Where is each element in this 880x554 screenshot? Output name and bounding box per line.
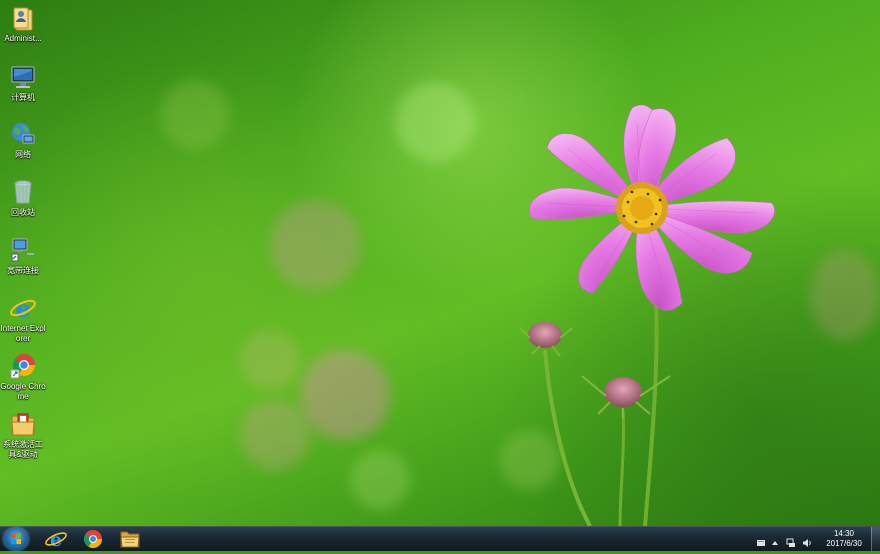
folder-icon: [9, 410, 37, 438]
bokeh-spot: [240, 400, 310, 470]
desktop-icon-label: 回收站: [11, 208, 35, 217]
clock-date: 2017/6/30: [826, 539, 862, 548]
taskbar-internet-explorer-button[interactable]: e: [42, 528, 70, 551]
cosmos-flower-image: [519, 104, 775, 526]
recycle-bin-icon: [9, 178, 37, 206]
desktop-icon-label: Internet Explorer: [0, 324, 46, 343]
bokeh-spot: [240, 330, 300, 390]
desktop-icon-label: 计算机: [11, 93, 35, 102]
bokeh-spot: [810, 250, 880, 340]
action-center-icon[interactable]: [756, 533, 766, 546]
desktop-icon-label: 网络: [15, 150, 31, 159]
desktop-icon-google-chrome[interactable]: Google Chrome: [0, 352, 46, 402]
folder-icon: [120, 531, 140, 548]
chrome-icon: [9, 352, 37, 380]
desktop-icon-recycle-bin[interactable]: 回收站: [0, 178, 46, 218]
desktop-icon-label: Administ...: [4, 34, 42, 43]
volume-icon[interactable]: [802, 533, 812, 547]
start-button[interactable]: [4, 528, 28, 550]
desktop-icon-network[interactable]: 网络: [0, 120, 46, 160]
desktop-icon-activation-tools-folder[interactable]: 系统激活工具&驱动: [0, 410, 46, 460]
svg-text:e: e: [15, 294, 30, 322]
internet-explorer-icon: e: [45, 529, 67, 551]
taskbar-file-explorer-button[interactable]: [116, 528, 144, 550]
clock-time: 14:30: [833, 529, 855, 538]
taskbar-clock[interactable]: 14:30 2017/6/30: [822, 529, 866, 549]
network-status-icon[interactable]: [786, 533, 796, 547]
bokeh-spot: [300, 350, 390, 440]
system-tray: 14:30 2017/6/30: [750, 527, 880, 551]
taskbar: e 14:30 2017/6/30: [0, 526, 880, 551]
windows-logo-icon: [11, 533, 21, 544]
chrome-icon: [83, 530, 102, 549]
desktop-icon-internet-explorer[interactable]: e Internet Explorer: [0, 294, 46, 344]
broadband-connection-icon: [9, 236, 37, 264]
desktop-icon-administrator[interactable]: Administ...: [0, 4, 46, 44]
desktop-icon-label: 宽带连接: [7, 266, 39, 275]
internet-explorer-icon: e: [9, 294, 37, 323]
computer-icon: [9, 63, 37, 91]
show-hidden-icons-icon[interactable]: [770, 533, 780, 545]
svg-text:e: e: [50, 529, 62, 550]
taskbar-chrome-button[interactable]: [79, 528, 107, 550]
desktop-icon-broadband-connection[interactable]: 宽带连接: [0, 236, 46, 276]
bokeh-spot: [350, 450, 410, 510]
user-folder-icon: [9, 4, 37, 32]
bokeh-spot: [270, 200, 360, 290]
desktop-icon-label: Google Chrome: [0, 382, 46, 401]
desktop-icon-computer[interactable]: 计算机: [0, 63, 46, 103]
bokeh-spot: [395, 82, 475, 162]
show-desktop-button[interactable]: [871, 527, 880, 551]
desktop-icon-label: 系统激活工具&驱动: [3, 440, 43, 459]
network-icon: [9, 120, 37, 148]
desktop-wallpaper: [0, 0, 880, 550]
bokeh-spot: [160, 80, 230, 150]
